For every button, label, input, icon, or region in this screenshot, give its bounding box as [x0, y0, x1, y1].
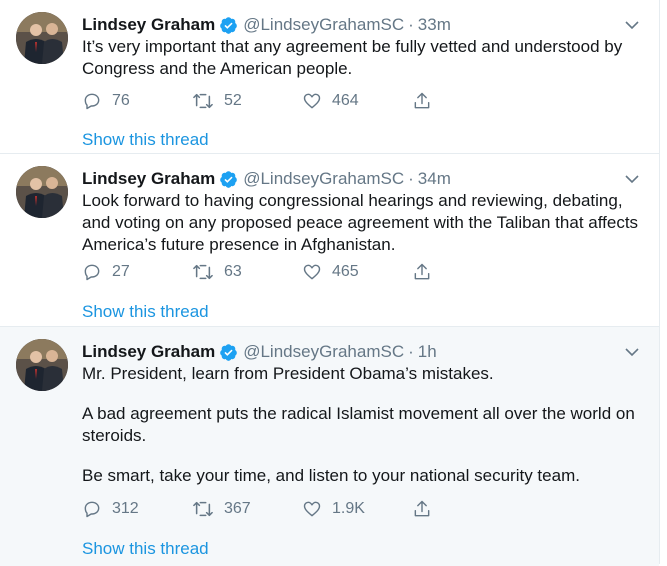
chevron-down-icon[interactable]: [623, 170, 641, 188]
author-name[interactable]: Lindsey Graham: [82, 342, 215, 362]
retweet-button[interactable]: 52: [192, 91, 302, 111]
avatar[interactable]: [16, 166, 68, 218]
tweet-header: Lindsey Graham @LindseyGrahamSC · 33m: [82, 14, 451, 36]
show-thread-link[interactable]: Show this thread: [82, 539, 209, 559]
like-count: 465: [332, 263, 359, 280]
timestamp[interactable]: 1h: [418, 342, 437, 362]
avatar[interactable]: [16, 12, 68, 64]
tweet-actions: 27 63 465: [82, 262, 442, 282]
verified-icon: [220, 16, 238, 34]
author-handle[interactable]: @LindseyGrahamSC: [243, 342, 404, 362]
tweet[interactable]: Lindsey Graham @LindseyGrahamSC · 34m Lo…: [0, 154, 659, 327]
tweet-actions: 76 52 464: [82, 91, 442, 111]
tweet-text: Look forward to having congressional hea…: [82, 190, 642, 256]
separator-dot: ·: [408, 342, 414, 361]
verified-icon: [220, 343, 238, 361]
avatar[interactable]: [16, 339, 68, 391]
author-handle[interactable]: @LindseyGrahamSC: [243, 169, 404, 189]
reply-button[interactable]: 27: [82, 262, 192, 282]
tweet-paragraph: It’s very important that any agreement b…: [82, 37, 623, 78]
retweet-count: 63: [224, 263, 242, 280]
chevron-down-icon[interactable]: [623, 343, 641, 361]
tweet-paragraph: Mr. President, learn from President Obam…: [82, 364, 494, 383]
author-handle[interactable]: @LindseyGrahamSC: [243, 15, 404, 35]
like-button[interactable]: 1.9K: [302, 499, 412, 519]
tweet-paragraph: A bad agreement puts the radical Islamis…: [82, 404, 635, 445]
separator-dot: ·: [408, 169, 414, 188]
timestamp[interactable]: 34m: [418, 169, 451, 189]
retweet-icon: [193, 93, 213, 109]
timestamp[interactable]: 33m: [418, 15, 451, 35]
chevron-down-icon[interactable]: [623, 16, 641, 34]
tweet-header: Lindsey Graham @LindseyGrahamSC · 34m: [82, 168, 451, 190]
reply-button[interactable]: 312: [82, 499, 192, 519]
retweet-icon: [193, 501, 213, 517]
show-thread-link[interactable]: Show this thread: [82, 302, 209, 322]
tweet-text: It’s very important that any agreement b…: [82, 36, 642, 80]
like-count: 1.9K: [332, 500, 365, 517]
tweet-actions: 312 367 1.9K: [82, 499, 442, 519]
share-button[interactable]: [412, 262, 442, 282]
like-count: 464: [332, 92, 359, 109]
author-name[interactable]: Lindsey Graham: [82, 169, 215, 189]
heart-icon: [303, 501, 321, 517]
tweet[interactable]: Lindsey Graham @LindseyGrahamSC · 1h Mr.…: [0, 327, 659, 566]
reply-count: 312: [112, 500, 139, 517]
separator-dot: ·: [408, 15, 414, 34]
verified-icon: [220, 170, 238, 188]
retweet-button[interactable]: 367: [192, 499, 302, 519]
heart-icon: [303, 93, 321, 109]
retweet-button[interactable]: 63: [192, 262, 302, 282]
share-button[interactable]: [412, 499, 442, 519]
reply-icon: [84, 93, 100, 110]
tweet-paragraph: Look forward to having congressional hea…: [82, 191, 639, 254]
retweet-icon: [193, 264, 213, 280]
share-icon: [414, 500, 430, 517]
like-button[interactable]: 465: [302, 262, 412, 282]
retweet-count: 367: [224, 500, 251, 517]
timeline: Lindsey Graham @LindseyGrahamSC · 33m It…: [0, 0, 660, 566]
retweet-count: 52: [224, 92, 242, 109]
tweet-paragraph: Be smart, take your time, and listen to …: [82, 466, 580, 485]
tweet-header: Lindsey Graham @LindseyGrahamSC · 1h: [82, 341, 437, 363]
show-thread-link[interactable]: Show this thread: [82, 130, 209, 150]
author-name[interactable]: Lindsey Graham: [82, 15, 215, 35]
heart-icon: [303, 264, 321, 280]
reply-icon: [84, 501, 100, 518]
reply-icon: [84, 264, 100, 281]
share-icon: [414, 263, 430, 280]
share-button[interactable]: [412, 91, 442, 111]
tweet-text: Mr. President, learn from President Obam…: [82, 363, 642, 487]
reply-count: 76: [112, 92, 130, 109]
like-button[interactable]: 464: [302, 91, 412, 111]
reply-count: 27: [112, 263, 130, 280]
tweet[interactable]: Lindsey Graham @LindseyGrahamSC · 33m It…: [0, 0, 659, 154]
share-icon: [414, 92, 430, 109]
reply-button[interactable]: 76: [82, 91, 192, 111]
